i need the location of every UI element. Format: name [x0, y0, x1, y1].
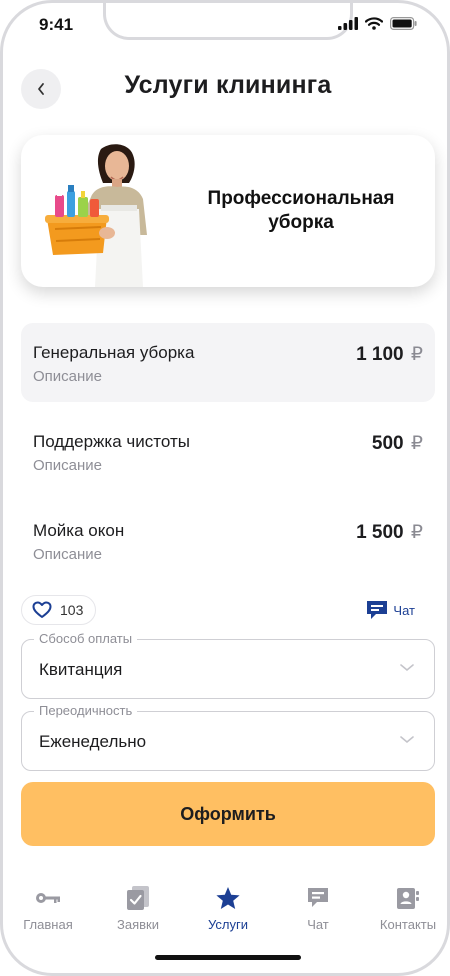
- chevron-down-icon: [400, 664, 414, 672]
- tab-label: Заявки: [117, 917, 159, 932]
- service-name: Генеральная уборка: [33, 343, 195, 362]
- service-price: 1 500 ₽: [356, 521, 423, 544]
- tab-label: Главная: [23, 917, 73, 932]
- frequency-value: Еженедельно: [39, 732, 147, 751]
- frequency-select[interactable]: Переодичность Еженедельно: [21, 703, 435, 771]
- currency-sign: ₽: [410, 522, 423, 543]
- status-time: 9:41: [39, 15, 74, 34]
- chevron-down-icon: [400, 736, 414, 744]
- service-price: 500 ₽: [372, 432, 423, 455]
- wifi-icon: [365, 17, 383, 30]
- service-item[interactable]: Поддержка чистоты Описание 500 ₽: [21, 412, 435, 501]
- likes-count: 103: [60, 602, 84, 618]
- chat-link[interactable]: Чат: [365, 599, 415, 621]
- tab-contacts[interactable]: Контакты: [363, 883, 447, 943]
- service-name: Поддержка чистоты: [33, 432, 190, 451]
- service-description: Описание: [33, 546, 103, 563]
- service-description: Описание: [33, 457, 103, 474]
- star-icon: [216, 886, 240, 909]
- cleaner-illustration: [45, 144, 147, 287]
- chat-icon: [308, 888, 328, 907]
- service-item[interactable]: Генеральная уборка Описание 1 100 ₽: [21, 323, 435, 402]
- tab-label: Услуги: [208, 917, 248, 932]
- actions-row: 103 Чат: [21, 595, 435, 625]
- service-name: Мойка окон: [33, 521, 125, 540]
- submit-button[interactable]: Оформить: [21, 782, 435, 846]
- price-value: 1 100: [356, 344, 404, 365]
- notch: [103, 3, 353, 40]
- home-indicator: [155, 955, 301, 960]
- tab-services[interactable]: Услуги: [183, 883, 273, 943]
- heart-icon: [32, 601, 52, 618]
- page-title: Услуги клининга: [124, 71, 332, 99]
- tab-requests[interactable]: Заявки: [93, 883, 183, 943]
- price-value: 500: [371, 433, 404, 454]
- frequency-label: Переодичность: [34, 703, 138, 718]
- service-description: Описание: [33, 368, 103, 385]
- service-list: Генеральная уборка Описание 1 100 ₽ Подд…: [21, 323, 435, 590]
- currency-sign: ₽: [410, 433, 423, 454]
- phone-screen: 9:41 Услуги клининга Профессиональная уб…: [0, 0, 450, 976]
- tab-label: Контакты: [379, 917, 437, 932]
- chat-link-label: Чат: [393, 602, 415, 618]
- header: Услуги клининга: [3, 65, 447, 109]
- tab-home[interactable]: Главная: [3, 883, 93, 943]
- payment-method-label: Сбособ оплаты: [34, 631, 138, 646]
- hero-banner: Профессиональная уборка: [21, 135, 435, 287]
- clipboard-check-icon: [127, 886, 149, 910]
- hero-title: Профессиональная уборка: [207, 188, 395, 233]
- key-icon: [36, 893, 60, 903]
- service-price: 1 100 ₽: [356, 343, 423, 366]
- service-item[interactable]: Мойка окон Описание 1 500 ₽: [21, 501, 435, 590]
- payment-method-select[interactable]: Сбособ оплаты Квитанция: [21, 631, 435, 699]
- signal-icon: [338, 17, 358, 30]
- payment-method-value: Квитанция: [39, 660, 123, 679]
- tab-label: Чат: [307, 917, 329, 932]
- currency-sign: ₽: [410, 344, 423, 365]
- contacts-icon: [397, 888, 419, 909]
- battery-icon: [390, 17, 417, 30]
- price-value: 1 500: [356, 522, 404, 543]
- status-icons: [338, 17, 417, 30]
- chat-icon: [367, 601, 388, 619]
- tab-chat[interactable]: Чат: [273, 883, 363, 943]
- like-button[interactable]: 103: [21, 595, 97, 625]
- tab-bar: Главная Заявки Услуги Чат Контакты: [3, 883, 447, 943]
